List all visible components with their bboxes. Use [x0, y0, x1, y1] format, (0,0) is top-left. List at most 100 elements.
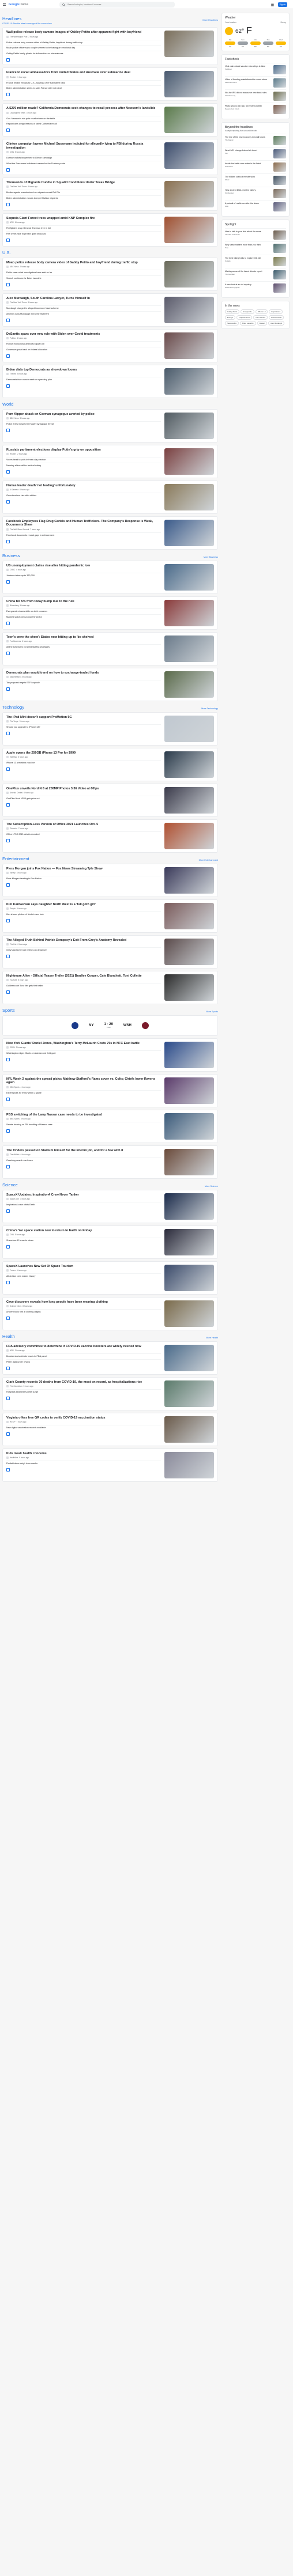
story-title[interactable]: US unemployment claims rise after hittin…	[6, 564, 161, 568]
story-source[interactable]: The Verge	[10, 720, 18, 723]
related-story-title[interactable]: Fire crews race to protect giant sequoia…	[6, 233, 161, 236]
related-story-title[interactable]: Pfizer data under review	[6, 1361, 161, 1364]
story-thumbnail[interactable]	[164, 216, 214, 243]
section-title-us[interactable]: U.S.	[2, 250, 11, 255]
factcheck-title[interactable]: Fact check	[225, 58, 286, 61]
story-thumbnail[interactable]	[164, 786, 214, 814]
factcheck-item[interactable]: Viral claim about vaccine microchips is …	[225, 63, 286, 76]
story-title[interactable]: Clark County records 30 deaths from COVI…	[6, 1380, 161, 1385]
full-coverage-link[interactable]	[6, 203, 161, 206]
related-story-title[interactable]: Durham indicts lawyer tied to Clinton ca…	[6, 157, 161, 160]
story-source[interactable]: WTOP	[10, 1421, 16, 1423]
spotlight-item-title[interactable]: Why sleep matters more than you think	[225, 244, 272, 246]
story-title[interactable]: PBS switching of the Larry Nassar case n…	[6, 1113, 161, 1117]
topic-chip[interactable]: Emmys	[225, 315, 235, 320]
story-thumbnail[interactable]	[164, 448, 214, 475]
story-title[interactable]: Teen's were the show': States now hittin…	[6, 636, 161, 640]
score-card[interactable]: NY 1 - 26 Final WSH	[2, 1015, 218, 1036]
beyond-item-thumbnail[interactable]	[273, 162, 286, 172]
story-source[interactable]: CNN	[10, 151, 14, 153]
story-thumbnail[interactable]	[164, 1264, 214, 1291]
story-thumbnail[interactable]	[164, 412, 214, 439]
story-source[interactable]: CNBC	[10, 569, 15, 571]
story-title[interactable]: Facebook Employees Flag Drug Cartels and…	[6, 520, 161, 527]
related-story-title[interactable]: Biden administration moves to expel Hait…	[6, 197, 161, 200]
story-title[interactable]: Hamas leader death 'not leading' unfortu…	[6, 484, 161, 488]
more-link-headlines[interactable]: More Headlines	[202, 19, 218, 21]
story-title[interactable]: SpaceX Updates: Inspiration4 Crew Never …	[6, 1193, 161, 1197]
story-thumbnail[interactable]	[164, 70, 214, 97]
related-story-title[interactable]: Murdaugh charged in alleged insurance fr…	[6, 307, 161, 310]
story-thumbnail[interactable]	[164, 822, 214, 849]
factcheck-item-thumbnail[interactable]	[273, 78, 286, 88]
story-source[interactable]: ABC News	[10, 266, 18, 268]
related-story-title[interactable]: Firefighters wrap General Sherman tree i…	[6, 227, 161, 230]
story-thumbnail[interactable]	[164, 332, 214, 359]
beyond-item[interactable]: The hidden costs of remote work Wired	[225, 173, 286, 187]
full-coverage-link[interactable]	[6, 1397, 161, 1400]
section-title-entertainment[interactable]: Entertainment	[2, 856, 29, 861]
story-source[interactable]: The Washington Post	[10, 36, 27, 38]
full-coverage-link[interactable]	[6, 1129, 161, 1133]
story-source[interactable]: ESPN	[10, 1046, 15, 1049]
related-story-title[interactable]: All-civilian crew makes history	[6, 1275, 161, 1278]
story-thumbnail[interactable]	[164, 260, 214, 288]
story-title[interactable]: Nightmare Alley - Official Teaser Traile…	[6, 974, 161, 978]
factcheck-item[interactable]: Video of flooding misattributed to recen…	[225, 76, 286, 89]
full-coverage-link[interactable]	[6, 283, 161, 286]
related-story-title[interactable]: Piers Morgan heading to Fox Nation	[6, 877, 161, 880]
search-bar[interactable]	[59, 2, 175, 7]
full-coverage-link[interactable]	[6, 1281, 161, 1284]
story-source[interactable]: Variety	[10, 872, 16, 874]
topic-chip[interactable]: Inspiration4	[269, 309, 283, 314]
related-story-title[interactable]: Moab police officer says couple seemed t…	[6, 47, 161, 50]
beyond-item-thumbnail[interactable]	[273, 149, 286, 158]
full-coverage-link[interactable]	[6, 500, 161, 504]
story-title[interactable]: Sequoia Giant Forest trees wrapped amid …	[6, 217, 161, 221]
story-title[interactable]: Russia's parliament elections display Pu…	[6, 448, 161, 452]
section-title-business[interactable]: Business	[2, 553, 20, 558]
beyond-item-thumbnail[interactable]	[273, 176, 286, 185]
topic-chip[interactable]: Evergrande	[241, 309, 254, 314]
related-story-title[interactable]: Senate hearing on FBI handling of Nassar…	[6, 1124, 161, 1126]
story-title[interactable]: FDA advisory committee to determine if C…	[6, 1345, 161, 1349]
spotlight-item[interactable]: The best hiking trails to explore this f…	[225, 255, 286, 268]
related-story-title[interactable]: Expert picks for every Week 2 game	[6, 1092, 161, 1095]
factcheck-item[interactable]: Photo shows old rally, not recent protes…	[225, 103, 286, 116]
factcheck-item-thumbnail[interactable]	[273, 92, 286, 101]
full-coverage-link[interactable]	[6, 839, 161, 842]
story-source[interactable]: People	[10, 907, 16, 910]
story-thumbnail[interactable]	[164, 519, 214, 546]
story-source[interactable]: NBC Sports	[10, 1118, 20, 1120]
more-link-business[interactable]: More Business	[204, 556, 218, 558]
story-title[interactable]: Piers Morgan joins Fox Nation — Fox News…	[6, 867, 161, 871]
weather-widget[interactable]: Weather Your location Sunny 62° F Sat 72° Sun 70…	[221, 13, 290, 51]
related-story-title[interactable]: Grey's Anatomy star reflects on departur…	[6, 949, 161, 952]
full-coverage-link[interactable]	[6, 384, 161, 388]
related-story-title[interactable]: Booster shots debate heads to FDA panel	[6, 1355, 161, 1358]
story-source[interactable]: The List	[10, 943, 16, 945]
related-story-title[interactable]: New digital vaccination records availabl…	[6, 1427, 161, 1429]
beyond-item-title[interactable]: What 9/11 changed about air travel	[225, 149, 272, 152]
story-thumbnail[interactable]	[164, 751, 214, 778]
spotlight-item-title[interactable]: Making sense of the latest climate repor…	[225, 270, 272, 273]
story-title[interactable]: Virginia offers free QR codes to verify …	[6, 1416, 161, 1420]
full-coverage-link[interactable]	[6, 429, 161, 432]
story-thumbnail[interactable]	[164, 902, 214, 929]
covid-notice-link[interactable]: COVID-19: See the latest coverage of the…	[2, 22, 52, 25]
topic-chip[interactable]: Alex Murdaugh	[268, 321, 285, 326]
related-story-title[interactable]: Shenzhou-12 crew to return	[6, 1239, 161, 1242]
section-title-science[interactable]: Science	[2, 1182, 18, 1187]
full-coverage-link[interactable]	[6, 580, 161, 584]
story-thumbnail[interactable]	[164, 938, 214, 965]
more-link-sports[interactable]: More Sports	[206, 1011, 218, 1013]
factcheck-item-title[interactable]: No, the IRS did not announce new bank ru…	[225, 92, 272, 94]
beyond-item-title[interactable]: How ancient DNA rewrites history	[225, 189, 272, 191]
section-title-sports[interactable]: Sports	[2, 1008, 15, 1013]
full-coverage-link[interactable]	[6, 687, 161, 691]
related-story-title[interactable]: Police release body camera video of Gabb…	[6, 41, 161, 44]
story-source[interactable]: The Athletic	[10, 1153, 20, 1156]
story-source[interactable]: 9to5Mac	[10, 756, 17, 758]
story-source[interactable]: CNN	[10, 1234, 14, 1236]
weather-unit[interactable]: F	[246, 26, 252, 36]
